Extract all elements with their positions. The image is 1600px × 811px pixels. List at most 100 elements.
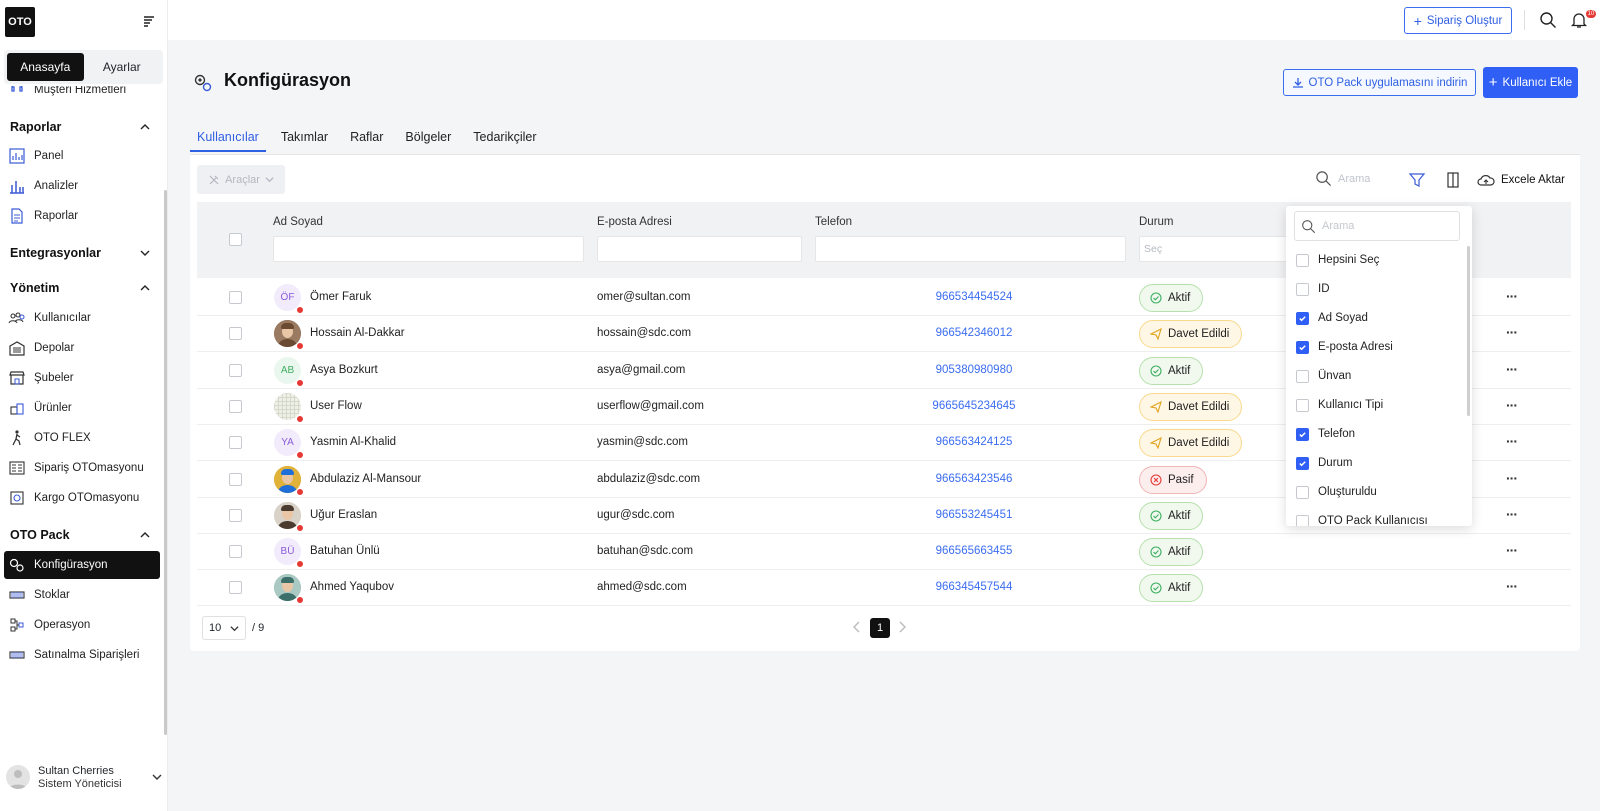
column-option[interactable]: Ad Soyad	[1296, 308, 1368, 328]
row-checkbox[interactable]	[229, 291, 242, 304]
sidebar-item-analizler[interactable]: Analizler	[4, 172, 160, 200]
row-actions-more-icon[interactable]: ···	[1506, 288, 1518, 304]
section-yonetim[interactable]: Yönetim	[10, 281, 150, 295]
checkbox-unchecked[interactable]	[1296, 282, 1309, 296]
sidebar-item-musteri-hizmetleri[interactable]: Müşteri Hizmetleri	[4, 86, 160, 96]
row-actions-more-icon[interactable]: ···	[1506, 324, 1518, 340]
menu-collapse-icon[interactable]	[142, 14, 156, 28]
row-actions-more-icon[interactable]: ···	[1506, 578, 1518, 594]
section-entegrasyonlar[interactable]: Entegrasyonlar	[10, 246, 150, 260]
column-search-input[interactable]: Arama	[1294, 211, 1460, 241]
sidebar-item-depolar[interactable]: Depolar	[4, 334, 160, 362]
row-checkbox[interactable]	[229, 473, 242, 486]
row-actions-more-icon[interactable]: ···	[1506, 433, 1518, 449]
table-row[interactable]	[197, 570, 1571, 606]
add-user-button[interactable]: + Kullanıcı Ekle	[1483, 67, 1578, 98]
filter-phone-input[interactable]	[815, 236, 1126, 262]
select-all-checkbox[interactable]	[229, 233, 242, 246]
column-option[interactable]: Kullanıcı Tipi	[1296, 395, 1383, 415]
checkbox-checked[interactable]	[1296, 456, 1309, 470]
sidebar-item-konfigurasyon[interactable]: Konfigürasyon	[4, 551, 160, 579]
sidebar-item-satinalma-siparisleri[interactable]: Satınalma Siparişleri	[4, 641, 160, 669]
checkbox-unchecked[interactable]	[1296, 514, 1309, 526]
row-checkbox[interactable]	[229, 581, 242, 594]
column-option[interactable]: Ünvan	[1296, 366, 1351, 386]
tab-raflar[interactable]: Raflar	[343, 124, 390, 152]
filter-email-input[interactable]	[597, 236, 802, 262]
sidebar-item-siparis-otomasyonu[interactable]: Sipariş OTOmasyonu	[4, 454, 160, 482]
row-actions-more-icon[interactable]: ···	[1506, 542, 1518, 558]
checkbox-checked[interactable]	[1296, 427, 1309, 441]
table-search-input[interactable]: Arama	[1315, 170, 1370, 187]
tools-dropdown[interactable]: Araçlar	[197, 165, 285, 194]
column-option[interactable]: E-posta Adresi	[1296, 337, 1393, 357]
section-oto-pack[interactable]: OTO Pack	[10, 528, 150, 542]
cell-phone-link[interactable]: 966553245451	[904, 509, 1044, 521]
row-checkbox[interactable]	[229, 400, 242, 413]
export-excel-button[interactable]: Excele Aktar	[1477, 172, 1565, 188]
oto-logo[interactable]: OTO	[5, 7, 35, 37]
segment-anasayfa[interactable]: Anasayfa	[7, 53, 84, 81]
sidebar-item-subeler[interactable]: Şubeler	[4, 364, 160, 392]
sidebar-item-stoklar[interactable]: Stoklar	[4, 581, 160, 609]
cell-phone-link[interactable]: 966542346012	[904, 327, 1044, 339]
cell-phone-link[interactable]: 966345457544	[904, 581, 1044, 593]
columns-icon[interactable]	[1444, 171, 1462, 189]
checkbox-checked[interactable]	[1296, 340, 1309, 354]
row-actions-more-icon[interactable]: ···	[1506, 470, 1518, 486]
column-option[interactable]: Hepsini Seç	[1296, 250, 1379, 270]
sidebar-item-raporlar[interactable]: Raporlar	[4, 202, 160, 230]
column-option[interactable]: OTO Pack Kullanıcısı	[1296, 511, 1428, 526]
cell-phone-link[interactable]: 966565663455	[904, 545, 1044, 557]
avatar	[274, 393, 304, 423]
sidebar-item-operasyon[interactable]: Operasyon	[4, 611, 160, 639]
filter-name-input[interactable]	[273, 236, 584, 262]
checkbox-unchecked[interactable]	[1296, 369, 1309, 383]
cell-phone-link[interactable]: 905380980980	[904, 364, 1044, 376]
row-actions-more-icon[interactable]: ···	[1506, 361, 1518, 377]
row-actions-more-icon[interactable]: ···	[1506, 397, 1518, 413]
cell-phone-link[interactable]: 966563424125	[904, 436, 1044, 448]
row-checkbox[interactable]	[229, 509, 242, 522]
tab-tedarikciler[interactable]: Tedarikçiler	[466, 124, 543, 152]
sidebar-item-urunler[interactable]: Ürünler	[4, 394, 160, 422]
segment-ayarlar[interactable]: Ayarlar	[84, 53, 161, 81]
checkbox-unchecked[interactable]	[1296, 253, 1309, 267]
row-actions-more-icon[interactable]: ···	[1506, 506, 1518, 522]
section-raporlar[interactable]: Raporlar	[10, 120, 150, 134]
checkbox-checked[interactable]	[1296, 311, 1309, 325]
chevron-left-icon[interactable]	[851, 620, 863, 634]
column-option[interactable]: Telefon	[1296, 424, 1355, 444]
sidebar-scrollbar[interactable]	[164, 190, 167, 735]
sidebar-item-kullanicilar[interactable]: Kullanıcılar	[4, 304, 160, 332]
search-icon[interactable]	[1539, 11, 1557, 29]
column-option[interactable]: ID	[1296, 279, 1330, 299]
filter-status-select[interactable]: Seç	[1139, 236, 1289, 262]
column-option[interactable]: Oluşturuldu	[1296, 482, 1377, 502]
page-number-current[interactable]: 1	[870, 618, 890, 638]
tab-bolgeler[interactable]: Bölgeler	[398, 124, 458, 152]
user-profile[interactable]: Sultan Cherries Sistem Yöneticisi	[6, 760, 162, 794]
checkbox-unchecked[interactable]	[1296, 398, 1309, 412]
sidebar-item-panel[interactable]: Panel	[4, 142, 160, 170]
tab-takimlar[interactable]: Takımlar	[274, 124, 335, 152]
table-row[interactable]	[197, 534, 1571, 570]
checkbox-unchecked[interactable]	[1296, 485, 1309, 499]
page-size-select[interactable]: 10	[202, 616, 246, 640]
filter-icon[interactable]	[1408, 171, 1426, 189]
chevron-right-icon[interactable]	[896, 620, 908, 634]
create-order-button[interactable]: + Sipariş Oluştur	[1404, 7, 1512, 34]
row-checkbox[interactable]	[229, 327, 242, 340]
sidebar-item-kargo-otomasyonu[interactable]: Kargo OTOmasyonu	[4, 484, 160, 512]
column-option[interactable]: Durum	[1296, 453, 1353, 473]
sidebar-item-oto-flex[interactable]: OTO FLEX	[4, 424, 160, 452]
download-oto-pack-button[interactable]: OTO Pack uygulamasını indirin	[1283, 69, 1476, 96]
cell-phone-link[interactable]: 966563423546	[904, 473, 1044, 485]
tab-kullanicilar[interactable]: Kullanıcılar	[190, 124, 266, 152]
column-menu-scrollbar[interactable]	[1467, 246, 1470, 416]
cell-phone-link[interactable]: 9665645234645	[904, 400, 1044, 412]
row-checkbox[interactable]	[229, 364, 242, 377]
row-checkbox[interactable]	[229, 545, 242, 558]
row-checkbox[interactable]	[229, 436, 242, 449]
cell-phone-link[interactable]: 966534454524	[904, 291, 1044, 303]
